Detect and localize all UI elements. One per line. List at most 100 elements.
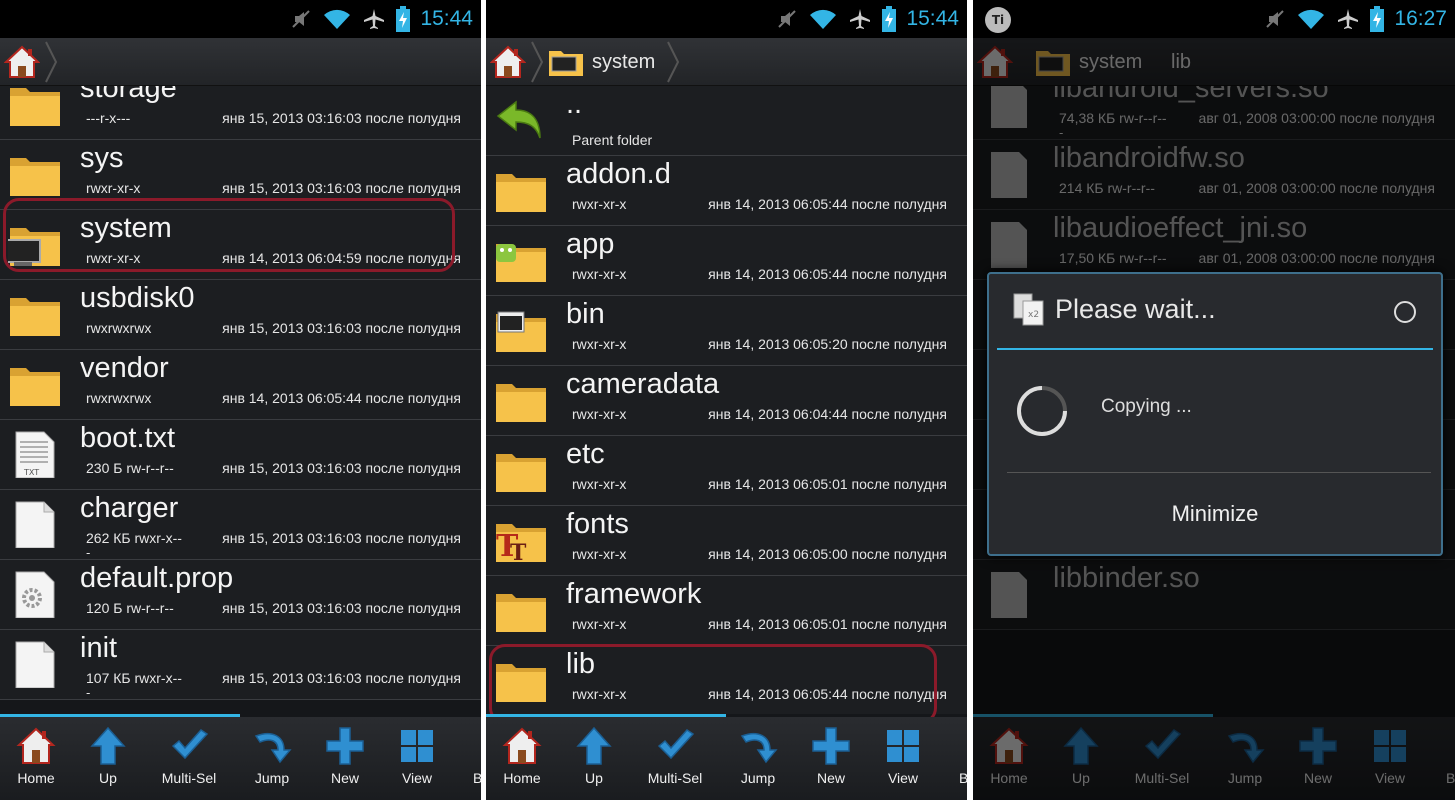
breadcrumb-label: system	[592, 50, 656, 73]
toolbar-jump-button[interactable]: Jump	[236, 717, 308, 800]
svg-text:T: T	[510, 540, 527, 564]
plus-icon	[326, 727, 364, 765]
file-meta-continued: -	[86, 546, 91, 560]
settings-file-icon	[15, 571, 55, 618]
breadcrumb-root[interactable]	[4, 38, 58, 86]
minimize-button[interactable]: Minimize	[989, 474, 1441, 554]
folder-icon	[10, 158, 60, 196]
file-date: янв 14, 2013 06:05:00 после полудня	[708, 546, 947, 562]
file-permissions: ---r-x---	[86, 110, 131, 126]
clock: 16:27	[1394, 7, 1447, 30]
file-row[interactable]: sys rwxr-xr-x янв 15, 2013 03:16:03 после …	[0, 140, 481, 210]
file-date: янв 14, 2013 06:04:44 после полудня	[708, 406, 947, 422]
parent-folder-label: Parent folder	[572, 132, 653, 148]
file-row[interactable]: etc rwxr-xr-x янв 14, 2013 06:05:01 после …	[486, 436, 967, 506]
toolbar-label: B	[959, 770, 967, 786]
screen-system-listing: 15:44 system .. Parent folder addon.d rwxr…	[486, 0, 967, 800]
file-permissions: rwxr-xr-x	[572, 336, 627, 352]
toolbar-home-button[interactable]: Home	[0, 717, 72, 800]
toolbar-multi-sel-button[interactable]: Multi-Sel	[153, 717, 225, 800]
toolbar-view-button[interactable]: View	[867, 717, 939, 800]
file-row[interactable]: TXT boot.txt 230 Б rw-r--r-- янв 15, 2013 0…	[0, 420, 481, 490]
file-date: янв 14, 2013 06:05:44 после полудня	[708, 196, 947, 212]
file-row[interactable]: storage ---r-x--- янв 15, 2013 03:16:03 по…	[0, 86, 481, 140]
svg-text:x2: x2	[1028, 310, 1039, 320]
mute-icon	[778, 10, 797, 28]
file-name: etc	[566, 438, 605, 470]
status-bar: 15:44	[0, 0, 481, 38]
back-arrow-icon	[496, 100, 541, 139]
file-row[interactable]: vendor rwxrwxrwx янв 14, 2013 06:05:44 пос…	[0, 350, 481, 420]
breadcrumb-system[interactable]: system	[548, 38, 680, 86]
file-date: янв 14, 2013 06:05:01 после полудня	[708, 476, 947, 492]
toolbar-jump-button[interactable]: Jump	[722, 717, 794, 800]
status-bar: Ti 16:27	[973, 0, 1455, 38]
file-permissions: rwxrwxrwx	[86, 320, 152, 336]
file-name: init	[80, 632, 118, 664]
mute-icon	[1266, 10, 1285, 28]
terminal-folder-icon	[496, 311, 546, 352]
parent-folder-name: ..	[566, 88, 583, 120]
toolbar-label: View	[887, 770, 919, 786]
file-permissions: 107 КБ rwxr-x--	[86, 670, 182, 686]
file-name: sys	[80, 142, 124, 174]
file-row[interactable]: addon.d rwxr-xr-x янв 14, 2013 06:05:44 по…	[486, 156, 967, 226]
file-name: app	[566, 228, 615, 260]
breadcrumb-root[interactable]	[490, 38, 544, 86]
file-row[interactable]: T T fonts rwxr-xr-x янв 14, 2013 06:05:00 по…	[486, 506, 967, 576]
file-name: boot.txt	[80, 422, 176, 454]
file-permissions: rwxr-xr-x	[572, 546, 627, 562]
dialog-title: Please wait...	[1055, 294, 1216, 324]
toolbar-view-button[interactable]: View	[381, 717, 453, 800]
toolbar-up-button[interactable]: Up	[72, 717, 144, 800]
file-date: янв 14, 2013 06:05:44 после полудня	[708, 266, 947, 282]
screen-lib-copying: Ti 16:27 system lib libandroid_servers.s…	[973, 0, 1455, 800]
file-row[interactable]: init 107 КБ rwxr-x-- янв 15, 2013 03:16:03…	[0, 630, 481, 700]
svg-text:TXT: TXT	[23, 468, 39, 477]
file-permissions: 120 Б rw-r--r--	[86, 600, 174, 616]
dialog-title-divider	[997, 348, 1433, 350]
file-row[interactable]: cameradata rwxr-xr-x янв 14, 2013 06:04:44…	[486, 366, 967, 436]
file-row[interactable]: lib rwxr-xr-x янв 14, 2013 06:05:44 после …	[486, 646, 967, 714]
toolbar-up-button[interactable]: Up	[558, 717, 630, 800]
file-row[interactable]: app rwxr-xr-x янв 14, 2013 06:05:44 после …	[486, 226, 967, 296]
toolbar-new-button[interactable]: New	[309, 717, 381, 800]
file-row[interactable]: system rwxr-xr-x янв 14, 2013 06:04:59 пос…	[0, 210, 481, 280]
toolbar-multi-sel-button[interactable]: Multi-Sel	[639, 717, 711, 800]
system-folder-icon	[8, 228, 60, 266]
wifi-icon	[810, 9, 837, 29]
file-permissions: rwxr-xr-x	[86, 250, 141, 266]
toolbar-b-button[interactable]: B	[939, 717, 967, 800]
file-name: bin	[566, 298, 605, 330]
airplane-icon	[1338, 9, 1359, 29]
file-date: янв 14, 2013 06:05:44 после полудня	[222, 390, 461, 406]
file-row[interactable]: usbdisk0 rwxrwxrwx янв 15, 2013 03:16:03 п…	[0, 280, 481, 350]
folder-icon	[496, 384, 546, 422]
toolbar-home-button[interactable]: Home	[486, 717, 558, 800]
file-date: янв 14, 2013 06:05:01 после полудня	[708, 616, 947, 632]
wifi-icon	[324, 9, 351, 29]
home-icon	[4, 45, 40, 78]
toolbar-label: Up	[585, 770, 603, 786]
jump-arrow-icon	[254, 732, 292, 764]
file-permissions: 230 Б rw-r--r--	[86, 460, 174, 476]
bottom-toolbar: Home Up Multi-Sel JumpNew View B	[486, 717, 967, 800]
progress-dialog: x2 Please wait... Copying ... Minimize	[987, 272, 1443, 556]
plus-icon	[812, 727, 850, 765]
jump-arrow-icon	[740, 732, 778, 764]
toolbar-b-button[interactable]: B	[453, 717, 481, 800]
parent-folder-row[interactable]: .. Parent folder	[486, 86, 967, 156]
file-date: янв 15, 2013 03:16:03 после полудня	[222, 530, 461, 546]
file-permissions: rwxr-xr-x	[86, 180, 141, 196]
toolbar-new-button[interactable]: New	[795, 717, 867, 800]
file-date: янв 15, 2013 03:16:03 после полудня	[222, 600, 461, 616]
file-list: .. Parent folder addon.d rwxr-xr-x янв 14, …	[486, 86, 967, 714]
file-row[interactable]: bin rwxr-xr-x янв 14, 2013 06:05:20 после …	[486, 296, 967, 366]
file-row[interactable]: default.prop 120 Б rw-r--r-- янв 15, 2013 …	[0, 560, 481, 630]
file-row[interactable]: framework rwxr-xr-x янв 14, 2013 06:05:01 …	[486, 576, 967, 646]
file-date: янв 15, 2013 03:16:03 после полудня	[222, 460, 461, 476]
file-permissions: rwxrwxrwx	[86, 390, 152, 406]
folder-icon	[496, 174, 546, 212]
file-row[interactable]: charger 262 КБ rwxr-x-- янв 15, 2013 03:16…	[0, 490, 481, 560]
file-permissions: rwxr-xr-x	[572, 476, 627, 492]
